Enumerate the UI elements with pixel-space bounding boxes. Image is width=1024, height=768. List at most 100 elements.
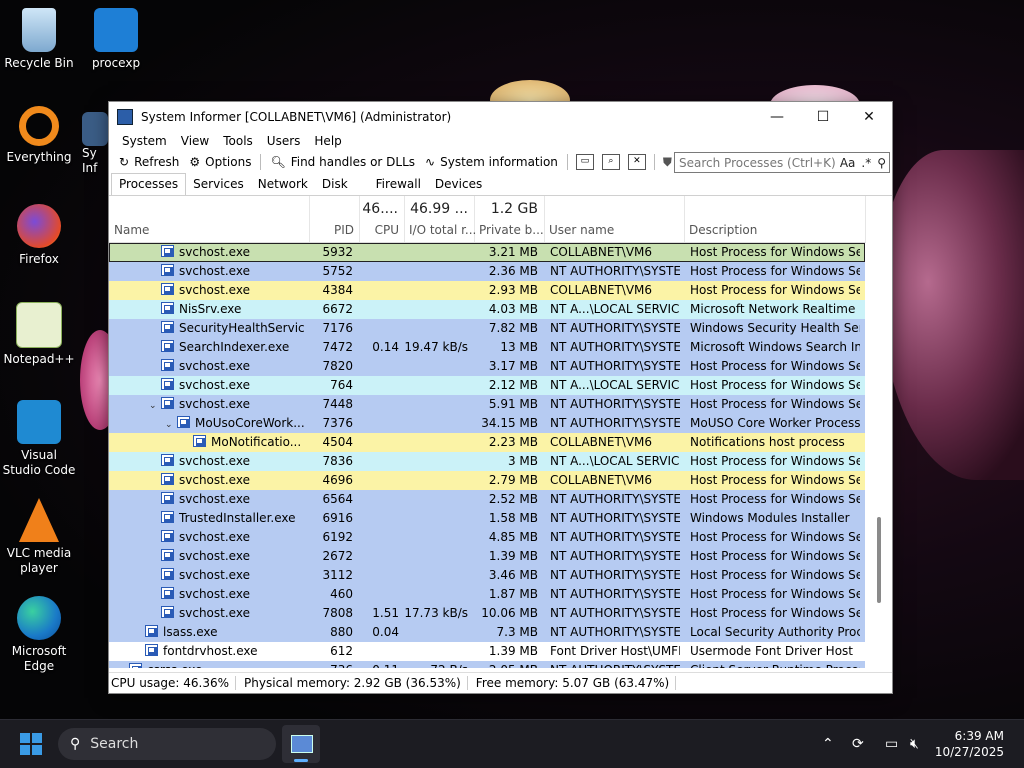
column-io[interactable]: 46.99 ... I/O total r... xyxy=(404,196,476,242)
shield-icon[interactable]: ⛊ xyxy=(663,155,672,170)
collapse-chevron-icon[interactable]: ⌄ xyxy=(149,397,161,414)
process-row[interactable]: svchost.exe 7808 1.51 17.73 kB/s 10.06 MB NT … xyxy=(109,604,865,623)
process-icon xyxy=(161,606,174,618)
column-user-name[interactable]: User name xyxy=(544,196,685,242)
process-row[interactable]: SecurityHealthServic... 7176 7.82 MB NT AUT… xyxy=(109,319,865,338)
process-row[interactable]: TrustedInstaller.exe 6916 1.58 MB NT AUTHOR… xyxy=(109,509,865,528)
process-row[interactable]: svchost.exe 460 1.87 MB NT AUTHORITY\SYSTEM… xyxy=(109,585,865,604)
process-io xyxy=(404,414,468,433)
process-io: 72 B/s xyxy=(404,661,468,668)
find-handles-button[interactable]: 🔍︎ Find handles or DLLs xyxy=(265,155,420,169)
refresh-button[interactable]: ↻ Refresh xyxy=(114,155,184,169)
desktop-icon-notepadpp[interactable]: Notepad++ xyxy=(1,302,77,367)
terminate-icon[interactable]: ✕ xyxy=(627,154,646,170)
scrollbar-thumb[interactable] xyxy=(877,517,881,603)
process-cpu xyxy=(359,490,399,509)
process-row[interactable]: svchost.exe 764 2.12 MB NT A...\LOCAL SERVI… xyxy=(109,376,865,395)
process-row[interactable]: ⌄ MoUsoCoreWork... 7376 34.15 MB NT AUTHORIT… xyxy=(109,414,865,433)
search-icon[interactable]: ⚲ xyxy=(877,156,886,170)
desktop-icon-vscode[interactable]: Visual Studio Code xyxy=(1,400,77,478)
desktop-icon-system-informer[interactable]: Sy Inf xyxy=(82,112,108,176)
tab-network[interactable]: Network xyxy=(251,174,315,195)
collapse-chevron-icon[interactable]: ⌄ xyxy=(165,416,177,433)
tray-update-icon[interactable]: ⟳ xyxy=(852,720,864,768)
column-cpu[interactable]: 46.... CPU xyxy=(359,196,405,242)
process-row[interactable]: ⌄ svchost.exe 7448 5.91 MB NT AUTHORITY\SYST… xyxy=(109,395,865,414)
regex-button[interactable]: .* xyxy=(861,156,871,170)
vertical-scrollbar[interactable] xyxy=(866,197,892,671)
system-informer-icon xyxy=(117,108,133,125)
tab-processes[interactable]: Processes xyxy=(111,173,187,195)
menu-view[interactable]: View xyxy=(174,134,216,148)
close-button[interactable]: ✕ xyxy=(846,102,892,131)
process-row[interactable]: svchost.exe 6192 4.85 MB NT AUTHORITY\SYSTE… xyxy=(109,528,865,547)
desktop-icon-recycle-bin[interactable]: Recycle Bin xyxy=(1,8,77,71)
title-bar[interactable]: System Informer [COLLABNET\VM6] (Adminis… xyxy=(109,102,892,131)
menu-help[interactable]: Help xyxy=(307,134,348,148)
process-user: NT A...\LOCAL SERVICE xyxy=(550,454,680,468)
process-priv: 2.79 MB xyxy=(488,473,538,487)
tab-services[interactable]: Services xyxy=(186,174,251,195)
process-row[interactable]: svchost.exe 3112 3.46 MB NT AUTHORITY\SYSTE… xyxy=(109,566,865,585)
process-name-label: svchost.exe xyxy=(179,473,250,487)
desktop-icon-everything[interactable]: Everything xyxy=(1,106,77,165)
taskbar-app-system-informer[interactable] xyxy=(282,725,320,763)
process-row[interactable]: svchost.exe 5932 3.21 MB COLLABNET\VM6 Host … xyxy=(109,243,865,262)
process-row[interactable]: svchost.exe 6564 2.52 MB NT AUTHORITY\SYSTE… xyxy=(109,490,865,509)
process-row[interactable]: csrss.exe 736 0.11 72 B/s 2.05 MB NT AUTHORIT… xyxy=(109,661,865,668)
window-icon[interactable]: ▭ xyxy=(575,154,594,170)
column-pid[interactable]: PID xyxy=(309,196,360,242)
process-row[interactable]: svchost.exe 4696 2.79 MB COLLABNET\VM6 Host … xyxy=(109,471,865,490)
desktop-icon-procexp[interactable]: procexp xyxy=(78,8,154,71)
show-hidden-icons-button[interactable]: ⌃ xyxy=(822,720,834,768)
process-name-label: NisSrv.exe xyxy=(179,302,242,316)
column-private-bytes[interactable]: 1.2 GB Private b... xyxy=(474,196,545,242)
process-user: NT AUTHORITY\SYSTEM xyxy=(550,549,680,563)
system-information-button[interactable]: ∿ System information xyxy=(420,155,563,169)
maximize-button[interactable]: ☐ xyxy=(800,102,846,131)
process-row[interactable]: NisSrv.exe 6672 4.03 MB NT A...\LOCAL SERVI… xyxy=(109,300,865,319)
process-cpu xyxy=(359,528,399,547)
process-row[interactable]: lsass.exe 880 0.04 7.3 MB NT AUTHORITY\SYSTE… xyxy=(109,623,865,642)
process-row[interactable]: MoNotificatio... 4504 2.23 MB COLLABNET\VM6… xyxy=(109,433,865,452)
desktop-icon-edge[interactable]: Microsoft Edge xyxy=(1,596,77,674)
tab-devices[interactable]: Devices xyxy=(428,174,489,195)
desktop-icon-vlc[interactable]: VLC media player xyxy=(1,498,77,576)
minimize-button[interactable]: — xyxy=(754,102,800,131)
search-box[interactable]: Search Processes (Ctrl+K) Aa .* ⚲ xyxy=(674,152,890,173)
process-desc: Host Process for Windows Ser... xyxy=(690,587,860,601)
start-button[interactable] xyxy=(20,733,42,755)
desktop-icon-firefox[interactable]: Firefox xyxy=(1,204,77,267)
tab-firewall[interactable]: Firewall xyxy=(369,174,428,195)
process-row[interactable]: svchost.exe 7820 3.17 MB NT AUTHORITY\SYSTE… xyxy=(109,357,865,376)
process-cpu xyxy=(359,376,399,395)
process-row[interactable]: fontdrvhost.exe 612 1.39 MB Font Driver Hos… xyxy=(109,642,865,661)
tray-network-icon[interactable]: ▭ xyxy=(885,720,898,768)
process-row[interactable]: svchost.exe 4384 2.93 MB COLLABNET\VM6 Host … xyxy=(109,281,865,300)
process-row[interactable]: svchost.exe 2672 1.39 MB NT AUTHORITY\SYSTE… xyxy=(109,547,865,566)
find-window-icon[interactable]: ⌕ xyxy=(601,154,620,170)
tab-disk[interactable]: Disk xyxy=(315,174,355,195)
menu-system[interactable]: System xyxy=(115,134,174,148)
process-row[interactable]: svchost.exe 5752 2.36 MB NT AUTHORITY\SYSTE… xyxy=(109,262,865,281)
process-row[interactable]: SearchIndexer.exe 7472 0.14 19.47 kB/s 13 MB… xyxy=(109,338,865,357)
menu-tools[interactable]: Tools xyxy=(216,134,260,148)
chevron-up-icon: ⌃ xyxy=(822,736,834,752)
process-user: NT A...\LOCAL SERVICE xyxy=(550,378,680,392)
process-name: lsass.exe xyxy=(109,623,305,642)
clock[interactable]: 6:39 AM 10/27/2025 xyxy=(935,728,1004,760)
column-name[interactable]: Name xyxy=(109,196,310,242)
taskbar-search[interactable]: ⚲ Search xyxy=(58,728,276,760)
options-button[interactable]: ⚙ Options xyxy=(184,155,256,169)
process-name: NisSrv.exe xyxy=(109,300,305,319)
process-priv: 1.58 MB xyxy=(488,511,538,525)
tray-volume-icon[interactable]: 🔇︎ xyxy=(910,720,919,768)
menu-users[interactable]: Users xyxy=(260,134,308,148)
column-description[interactable]: Description xyxy=(684,196,866,242)
process-user: COLLABNET\VM6 xyxy=(550,283,653,297)
process-row[interactable]: svchost.exe 7836 3 MB NT A...\LOCAL SERVICE… xyxy=(109,452,865,471)
process-icon xyxy=(161,530,174,542)
search-input[interactable]: Search Processes (Ctrl+K) xyxy=(675,156,837,170)
toolbar-separator xyxy=(653,154,655,170)
case-sensitive-button[interactable]: Aa xyxy=(840,156,856,170)
